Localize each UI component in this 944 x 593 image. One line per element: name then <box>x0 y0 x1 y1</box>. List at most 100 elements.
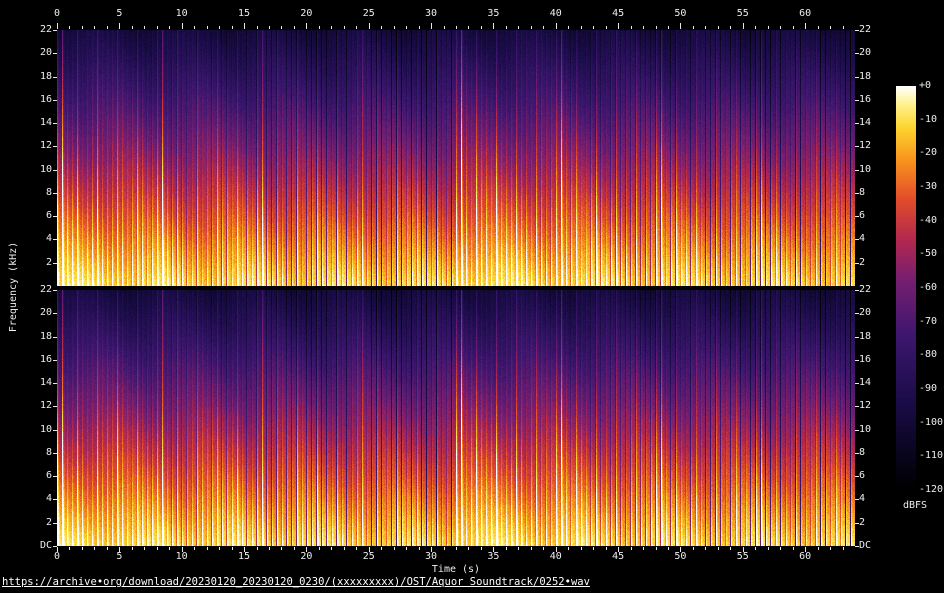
freq-tick-right <box>855 123 859 124</box>
time-tick-top <box>805 23 806 29</box>
freq-tick-label-left: 8 <box>18 447 52 459</box>
time-tick-bottom <box>506 547 507 550</box>
time-tick-bottom <box>705 547 706 550</box>
time-tick-top <box>843 26 844 29</box>
freq-tick-label-right: 10 <box>859 164 893 176</box>
time-tick-top <box>444 26 445 29</box>
freq-tick-label-left: 8 <box>18 187 52 199</box>
time-tick-top <box>656 26 657 29</box>
time-tick-top <box>793 26 794 29</box>
time-tick-bottom <box>543 547 544 550</box>
time-tick-top <box>556 23 557 29</box>
time-tick-bottom <box>232 547 233 550</box>
source-url[interactable]: https://archive•org/download/20230120_20… <box>2 576 590 589</box>
time-tick-bottom <box>144 547 145 550</box>
freq-tick-label-right: 16 <box>859 94 893 106</box>
freq-tick-label-left: 18 <box>18 71 52 83</box>
freq-tick-label-right: 4 <box>859 233 893 245</box>
time-tick-top <box>219 26 220 29</box>
freq-tick-left <box>53 499 57 500</box>
time-tick-bottom <box>481 547 482 550</box>
time-tick-label-bottom: 15 <box>238 551 250 563</box>
time-tick-label-bottom: 50 <box>674 551 686 563</box>
time-tick-label-top: 15 <box>238 8 250 20</box>
time-tick-bottom <box>843 547 844 550</box>
time-tick-bottom <box>793 547 794 550</box>
time-tick-top <box>331 26 332 29</box>
time-tick-label-top: 5 <box>116 8 122 20</box>
freq-tick-label-left: 2 <box>18 517 52 529</box>
freq-tick-right <box>855 170 859 171</box>
freq-tick-left <box>53 430 57 431</box>
time-tick-top <box>144 26 145 29</box>
time-tick-bottom <box>207 547 208 550</box>
time-tick-bottom <box>219 547 220 550</box>
time-tick-top <box>718 26 719 29</box>
freq-tick-label-left: 10 <box>18 424 52 436</box>
freq-tick-label-right: 8 <box>859 187 893 199</box>
freq-tick-label-right: 8 <box>859 447 893 459</box>
time-tick-top <box>57 23 58 29</box>
freq-tick-left <box>53 53 57 54</box>
freq-tick-right <box>855 453 859 454</box>
freq-tick-left <box>53 100 57 101</box>
time-tick-bottom <box>693 547 694 550</box>
freq-tick-label-right: 20 <box>859 47 893 59</box>
time-tick-top <box>680 23 681 29</box>
time-tick-bottom <box>257 547 258 550</box>
freq-tick-right <box>855 383 859 384</box>
time-tick-bottom <box>818 547 819 550</box>
time-tick-bottom <box>631 547 632 550</box>
time-tick-bottom <box>319 547 320 550</box>
time-tick-top <box>381 26 382 29</box>
time-tick-bottom <box>755 547 756 550</box>
time-tick-label-bottom: 60 <box>799 551 811 563</box>
time-tick-bottom <box>57 547 58 552</box>
time-tick-bottom <box>157 547 158 550</box>
freq-tick-label-right: 2 <box>859 517 893 529</box>
freq-tick-left <box>53 170 57 171</box>
time-tick-label-bottom: 35 <box>487 551 499 563</box>
time-tick-label-bottom: 0 <box>54 551 60 563</box>
freq-tick-label-right: 14 <box>859 377 893 389</box>
time-tick-bottom <box>518 547 519 550</box>
time-tick-bottom <box>244 547 245 552</box>
time-tick-top <box>493 23 494 29</box>
time-tick-bottom <box>69 547 70 550</box>
freq-tick-left <box>53 406 57 407</box>
time-tick-bottom <box>768 547 769 550</box>
time-tick-top <box>69 26 70 29</box>
time-tick-top <box>506 26 507 29</box>
time-tick-top <box>593 26 594 29</box>
time-tick-top <box>281 26 282 29</box>
time-tick-bottom <box>780 547 781 550</box>
time-tick-label-bottom: 5 <box>116 551 122 563</box>
time-tick-top <box>618 23 619 29</box>
freq-tick-left <box>53 453 57 454</box>
freq-tick-label-right: 18 <box>859 331 893 343</box>
time-tick-bottom <box>444 547 445 550</box>
freq-tick-right <box>855 239 859 240</box>
freq-tick-right <box>855 360 859 361</box>
time-tick-top <box>780 26 781 29</box>
time-tick-top <box>668 26 669 29</box>
freq-tick-label-left: 22 <box>18 284 52 296</box>
freq-tick-left <box>53 216 57 217</box>
time-tick-bottom <box>331 547 332 550</box>
freq-tick-left <box>53 383 57 384</box>
time-tick-top <box>207 26 208 29</box>
time-tick-bottom <box>456 547 457 550</box>
spectrogram-channel-1 <box>57 30 855 286</box>
freq-tick-label-left: 6 <box>18 210 52 222</box>
freq-tick-right <box>855 476 859 477</box>
freq-tick-label-right: DC <box>859 540 893 552</box>
time-tick-top <box>643 26 644 29</box>
time-tick-bottom <box>568 547 569 550</box>
time-tick-bottom <box>581 547 582 550</box>
time-tick-bottom <box>169 547 170 550</box>
colorbar-tick-label: -90 <box>919 383 937 395</box>
colorbar-tick-label: -70 <box>919 316 937 328</box>
freq-tick-label-right: 4 <box>859 493 893 505</box>
spectrogram-view: Frequency (kHz) Time (s) dBFS https://ar… <box>0 0 944 593</box>
freq-tick-left <box>53 239 57 240</box>
